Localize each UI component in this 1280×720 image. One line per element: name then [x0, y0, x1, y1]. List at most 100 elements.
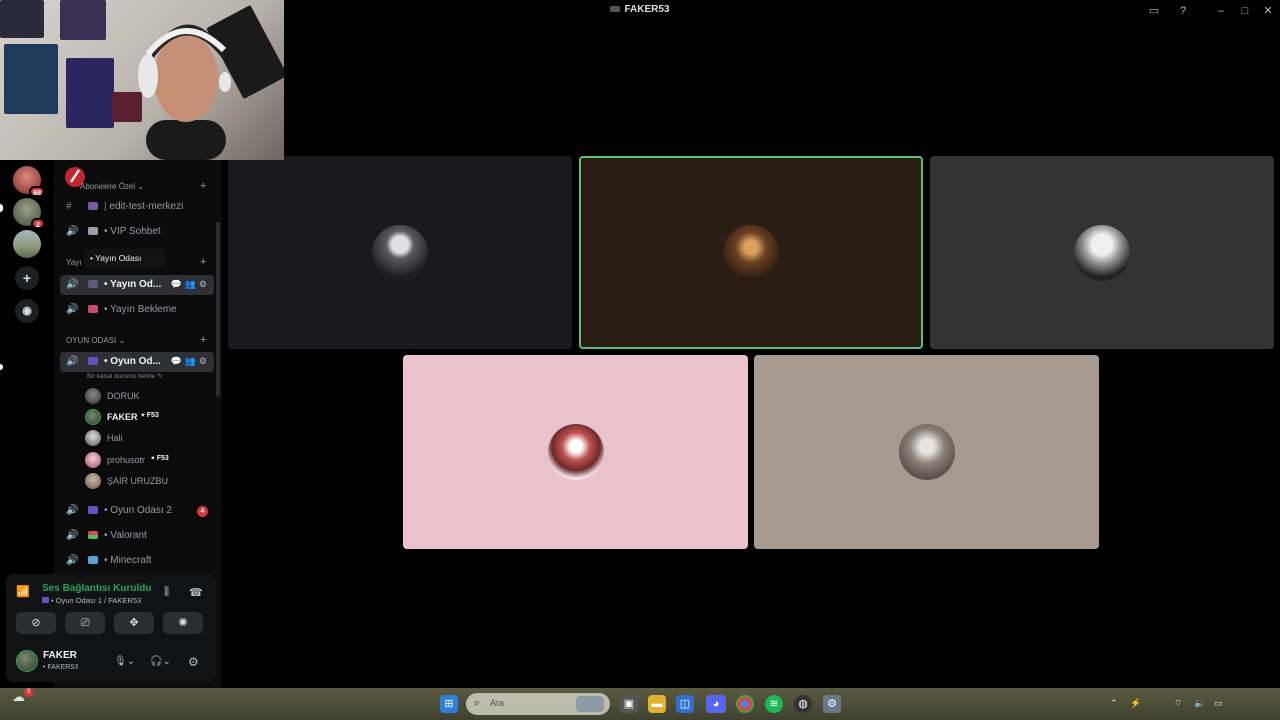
video-tile[interactable] — [754, 355, 1099, 549]
channel-name: • Yayın Od... — [104, 279, 162, 290]
speaker-icon: 🔊 — [66, 530, 79, 541]
wall-poster — [66, 58, 114, 128]
soundboard-button[interactable]: ✺ — [163, 612, 203, 634]
mention-badge: 2 — [31, 218, 45, 229]
help-icon[interactable]: ? — [1175, 3, 1191, 19]
camera-off-button[interactable]: ⊘ — [16, 612, 56, 634]
channel-emoji-icon — [88, 280, 98, 288]
window-title-text: FAKER53 — [624, 4, 670, 15]
steam-icon[interactable]: ◍ — [794, 695, 812, 713]
search-icon: ⌕ — [474, 697, 481, 709]
channel-name: • Oyun Odası 2 — [104, 505, 172, 516]
spotify-icon[interactable]: ≋ — [765, 695, 783, 713]
close-icon[interactable]: ✕ — [1260, 3, 1276, 19]
avatar — [85, 430, 101, 446]
voice-channel-path[interactable]: • Oyun Odası 1 / FAKER53 — [42, 596, 141, 605]
discover-icon[interactable]: ◉ — [15, 299, 39, 323]
sidebar-scrollbar[interactable] — [216, 222, 220, 397]
video-tile[interactable] — [228, 156, 572, 349]
speaker-icon: 🔊 — [66, 555, 79, 566]
channel-name: • Minecraft — [104, 555, 152, 566]
channel-emoji-icon — [88, 305, 98, 313]
channel-emoji-icon — [88, 556, 98, 564]
video-tile[interactable] — [403, 355, 748, 549]
category-oyun[interactable]: OYUN ODASI ⌄ — [66, 336, 125, 345]
channel-status[interactable]: Bir kanal durumu belirle ✎ — [87, 372, 163, 380]
tooltip-text: • Yayın Odası — [90, 253, 142, 263]
voice-channel-vip[interactable]: 🔊 • VIP Sohbet — [60, 222, 214, 242]
add-server-icon[interactable]: + — [15, 266, 39, 290]
channel-status-text: Bir kanal durumu belirle — [87, 373, 156, 380]
channel-actions[interactable]: 💬👥⚙ — [171, 279, 210, 290]
inbox-icon[interactable]: ▭ — [1146, 3, 1162, 19]
member-tag-text: F53 — [146, 412, 159, 419]
battery-icon[interactable]: ▭ — [1214, 698, 1223, 709]
task-view-icon[interactable]: ▣ — [620, 695, 638, 713]
channel-emoji-icon — [88, 531, 98, 539]
channel-name: | edit-test-merkezi — [104, 201, 184, 212]
start-button[interactable]: ⊞ — [440, 695, 458, 713]
channel-name: • Yayın Bekleme — [104, 304, 177, 315]
video-tile-speaking[interactable] — [579, 156, 923, 349]
microphone-icon[interactable]: 🎙⌄ — [114, 656, 135, 667]
channel-tooltip: • Yayın Odası — [84, 249, 166, 268]
voice-channel-minecraft[interactable]: 🔊 • Minecraft — [60, 551, 214, 571]
avatar — [85, 388, 101, 404]
avatar — [85, 473, 101, 489]
channel-name: • VIP Sohbet — [104, 226, 161, 237]
member-tag: ⭑ F53 — [141, 412, 159, 419]
headphones-icon[interactable]: 🎧⌄ — [150, 656, 171, 667]
server-icon — [610, 6, 621, 13]
disconnect-icon[interactable]: ☎ — [189, 586, 203, 599]
network-icon[interactable]: ⚡ — [1130, 698, 1141, 709]
voice-channel-path-text: • Oyun Odası 1 / FAKER53 — [51, 596, 142, 605]
settings-gear-icon[interactable]: ⚙ — [188, 655, 199, 669]
channel-name-text: edit-test-merkezi — [109, 201, 184, 212]
windows-taskbar: ☁ 3 ⊞ ⌕ Ara ▣ ▬ ◫ ◕ ≋ ◍ ⚙ ⌃ ⚡ ⌔ 🔈 ▭ — [0, 688, 1280, 720]
search-placeholder: Ara — [490, 698, 505, 708]
channel-emoji-icon — [88, 202, 98, 210]
settings-icon[interactable]: ⚙ — [823, 695, 841, 713]
wall-poster — [0, 0, 44, 38]
voice-channel-valorant[interactable]: 🔊 • Valorant — [60, 526, 214, 546]
server-icon[interactable] — [13, 230, 41, 258]
speaker-icon: 🔊 — [66, 226, 79, 237]
participant-avatar — [723, 224, 779, 281]
taskbar-search[interactable]: ⌕ Ara — [466, 693, 610, 715]
video-tile[interactable] — [930, 156, 1274, 349]
webcam-overlay — [0, 0, 284, 160]
mention-badge: 68 — [29, 186, 45, 197]
screen-share-button[interactable]: ⎚ — [65, 612, 105, 634]
channel-emoji-icon — [88, 357, 98, 365]
user-name[interactable]: FAKER — [43, 650, 77, 661]
voice-channel-yayin-bekleme[interactable]: 🔊 • Yayın Bekleme — [60, 300, 214, 320]
store-icon[interactable]: ◫ — [676, 695, 694, 713]
wifi-icon[interactable]: ⌔ — [1174, 698, 1182, 709]
member-tag-text: F53 — [156, 455, 169, 462]
member-name: DORUK — [107, 391, 140, 401]
voice-channel-oyun-odasi-2[interactable]: 🔊 • Oyun Odası 2 4 — [60, 501, 214, 521]
volume-icon[interactable]: 🔈 — [1194, 698, 1205, 709]
noise-suppression-icon[interactable]: ⫼ — [164, 586, 169, 599]
search-highlight-image — [576, 696, 604, 712]
category-abonelere[interactable]: Abonelere Özel ⌄ — [80, 182, 144, 191]
text-channel-edit[interactable]: # | edit-test-merkezi — [60, 197, 214, 217]
channel-name: • Valorant — [104, 530, 147, 541]
discord-icon[interactable]: ◕ — [706, 695, 726, 713]
voice-channel-yayin-odasi[interactable]: 🔊 • Yayın Od... 💬👥⚙ — [60, 275, 214, 295]
file-explorer-icon[interactable]: ▬ — [648, 695, 666, 713]
category-yayin[interactable]: Yayı — [66, 258, 81, 267]
member-name: Hali — [107, 433, 123, 443]
activities-button[interactable]: ✥ — [114, 612, 154, 634]
chrome-icon[interactable] — [736, 695, 754, 713]
avatar[interactable] — [16, 650, 38, 672]
minimize-icon[interactable]: – — [1213, 3, 1229, 19]
voice-channel-oyun-odasi[interactable]: 🔊 • Oyun Od... 💬👥⚙ — [60, 352, 214, 372]
maximize-icon[interactable]: □ — [1237, 3, 1253, 19]
voice-status-panel: 📶 Ses Bağlantısı Kuruldu • Oyun Odası 1 … — [6, 574, 216, 682]
voice-status-title[interactable]: Ses Bağlantısı Kuruldu — [42, 583, 151, 594]
server-icon[interactable]: 2 — [13, 198, 45, 229]
server-icon[interactable]: 68 — [13, 166, 45, 197]
channel-actions[interactable]: 💬👥⚙ — [171, 356, 210, 367]
tray-expand-icon[interactable]: ⌃ — [1110, 698, 1118, 709]
